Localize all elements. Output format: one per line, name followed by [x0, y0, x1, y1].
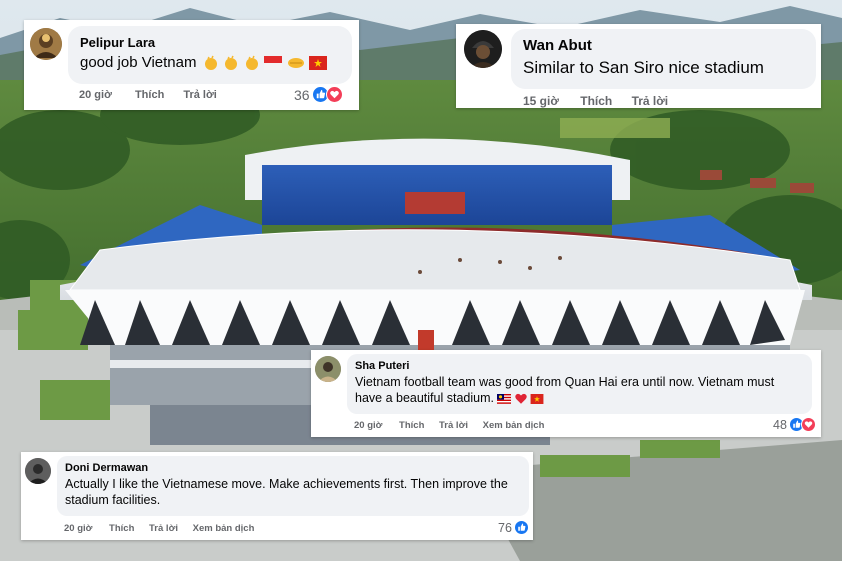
- comment-card-sha-puteri: Sha Puteri Vietnam football team was goo…: [311, 350, 821, 437]
- emoji-row: [203, 54, 328, 71]
- comment-time[interactable]: 20 giờ: [79, 89, 112, 101]
- clapping-hands-icon: [204, 55, 217, 70]
- handshake-icon: [287, 57, 304, 68]
- comment-actions: 20 giờ Thích Trả lời Xem bản dịch: [354, 420, 544, 431]
- reply-button[interactable]: Trả lời: [149, 523, 178, 534]
- comment-bubble: Wan Abut Similar to San Siro nice stadiu…: [511, 29, 816, 89]
- author-name[interactable]: Wan Abut: [523, 37, 804, 54]
- vietnam-flag-icon: [531, 393, 544, 404]
- avatar[interactable]: [25, 458, 51, 484]
- comment-bubble: Pelipur Lara good job Vietnam: [68, 26, 352, 84]
- clapping-hands-icon: [225, 55, 238, 70]
- avatar[interactable]: [315, 356, 341, 382]
- comment-text: Vietnam football team was good from Quan…: [355, 375, 775, 405]
- like-button[interactable]: Thích: [580, 94, 612, 108]
- comment-actions: 20 giờ Thích Trả lời Xem bản dịch: [64, 523, 254, 534]
- author-name[interactable]: Pelipur Lara: [80, 35, 340, 50]
- like-reaction-icon: [513, 520, 529, 535]
- like-button[interactable]: Thích: [109, 523, 134, 534]
- malaysia-flag-icon: [497, 393, 512, 404]
- comment-time[interactable]: 15 giờ: [523, 94, 559, 108]
- clapping-hands-icon: [245, 55, 258, 70]
- comment-bubble: Doni Dermawan Actually I like the Vietna…: [57, 456, 529, 516]
- indonesia-flag-icon: [264, 55, 283, 70]
- vietnam-flag-icon: [309, 55, 328, 70]
- comment-card-doni-dermawan: Doni Dermawan Actually I like the Vietna…: [21, 452, 533, 540]
- comment-text: good job Vietnam: [80, 54, 197, 71]
- reaction-summary[interactable]: 36: [294, 86, 343, 103]
- comment-text: Similar to San Siro nice stadium: [523, 58, 764, 77]
- love-reaction-icon: [800, 417, 816, 432]
- reply-button[interactable]: Trả lời: [632, 94, 669, 108]
- avatar[interactable]: [30, 28, 62, 60]
- comment-time[interactable]: 20 giờ: [64, 523, 92, 534]
- comment-bubble: Sha Puteri Vietnam football team was goo…: [347, 354, 812, 414]
- reply-button[interactable]: Trả lời: [439, 420, 468, 431]
- author-name[interactable]: Sha Puteri: [355, 360, 804, 372]
- reaction-count: 36: [294, 86, 310, 103]
- translate-button[interactable]: Xem bản dịch: [193, 523, 255, 534]
- red-heart-icon: [515, 394, 527, 404]
- translate-button[interactable]: Xem bản dịch: [483, 420, 545, 431]
- reaction-summary[interactable]: 48: [773, 417, 816, 432]
- love-reaction-icon: [325, 86, 343, 103]
- comment-actions: 20 giờ Thích Trả lời: [79, 89, 217, 101]
- comment-actions: 15 giờ Thích Trả lời: [523, 94, 668, 108]
- emoji-row: [497, 391, 544, 405]
- comment-text: Actually I like the Vietnamese move. Mak…: [65, 477, 508, 507]
- like-button[interactable]: Thích: [399, 420, 424, 431]
- reaction-summary[interactable]: 76: [498, 520, 529, 535]
- author-name[interactable]: Doni Dermawan: [65, 462, 521, 474]
- comment-card-wan-abut: Wan Abut Similar to San Siro nice stadiu…: [456, 24, 821, 108]
- reaction-count: 76: [498, 520, 512, 535]
- comment-time[interactable]: 20 giờ: [354, 420, 382, 431]
- comment-card-pelipur-lara: Pelipur Lara good job Vietnam 20 giờ Thí…: [24, 20, 359, 110]
- like-button[interactable]: Thích: [135, 89, 164, 101]
- reaction-count: 48: [773, 417, 787, 432]
- avatar[interactable]: [464, 30, 502, 68]
- reply-button[interactable]: Trả lời: [183, 89, 217, 101]
